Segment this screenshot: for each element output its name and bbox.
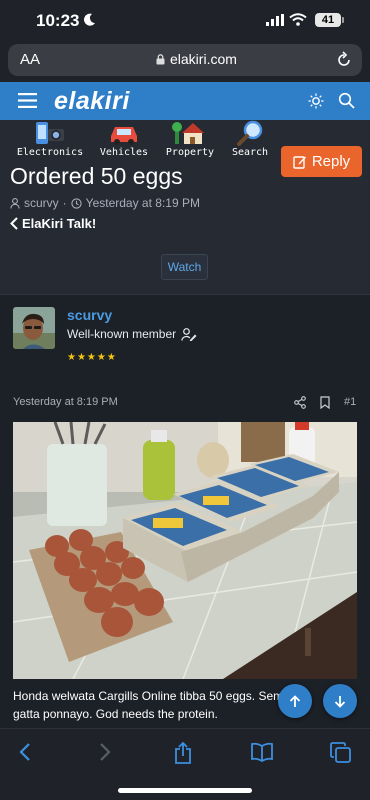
forward-icon[interactable] (98, 742, 112, 762)
home-indicator (118, 788, 252, 793)
user-title-text: Well-known member (67, 327, 177, 341)
status-time: 10:23 (36, 11, 80, 30)
menu-icon[interactable] (18, 93, 37, 108)
arrow-down-icon (334, 695, 346, 708)
avatar[interactable] (13, 307, 55, 349)
chevron-left-icon (10, 217, 18, 230)
arrow-up-icon (289, 694, 301, 707)
reply-label: Reply (311, 153, 351, 170)
share-sheet-icon[interactable] (174, 742, 192, 764)
category-property[interactable]: Property (162, 120, 218, 158)
category-label: Vehicles (99, 147, 149, 158)
site-header: elakiri (0, 82, 370, 120)
wifi-icon (289, 13, 307, 26)
thread-author[interactable]: scurvy (24, 196, 59, 210)
avatar-image (13, 307, 55, 349)
theme-toggle-icon[interactable] (308, 93, 324, 109)
search-icon[interactable] (338, 92, 355, 109)
category-label: Property (165, 147, 215, 158)
post-image[interactable] (13, 422, 357, 679)
watch-button[interactable]: Watch (161, 254, 208, 280)
post-number[interactable]: #1 (344, 396, 356, 408)
user-title: Well-known member (67, 327, 197, 341)
breadcrumb-label: ElaKiri Talk! (22, 216, 97, 231)
category-vehicles[interactable]: Vehicles (96, 120, 152, 158)
user-icon (10, 197, 20, 209)
category-label: Search (231, 147, 269, 158)
site-logo[interactable]: elakiri (54, 87, 130, 116)
text-size-button[interactable]: AA (20, 51, 40, 68)
clock-icon (71, 197, 82, 209)
category-electronics[interactable]: Electronics (14, 120, 86, 158)
battery-icon (342, 17, 344, 23)
back-icon[interactable] (18, 742, 32, 762)
tabs-icon[interactable] (330, 742, 351, 763)
category-search[interactable]: Search (228, 120, 272, 158)
browser-address-area: AA elakiri.com (0, 42, 370, 82)
thread-title: Ordered 50 eggs (10, 163, 183, 189)
bookmarks-icon[interactable] (251, 742, 273, 762)
status-bar: 10:23 41 (0, 0, 370, 42)
scroll-up-button[interactable] (278, 684, 312, 718)
post-card: scurvy Well-known member ★★★★★ Yesterday… (0, 294, 370, 800)
url-text[interactable]: elakiri.com (170, 51, 237, 67)
scroll-down-button[interactable] (323, 684, 357, 718)
user-edit-icon (181, 327, 197, 341)
category-label: Electronics (16, 147, 84, 158)
thread-meta: scurvy · Yesterday at 8:19 PM (10, 196, 200, 210)
moon-icon (84, 13, 95, 26)
house-icon (172, 122, 204, 144)
thread-date[interactable]: Yesterday at 8:19 PM (86, 196, 200, 210)
post-timestamp[interactable]: Yesterday at 8:19 PM (13, 396, 118, 408)
breadcrumb[interactable]: ElaKiri Talk! (10, 216, 96, 231)
magnifier-icon (237, 120, 263, 146)
reply-button[interactable]: Reply (281, 146, 362, 177)
post-username[interactable]: scurvy (67, 307, 112, 323)
cellular-signal-icon (266, 14, 284, 26)
meta-separator: · (62, 196, 67, 210)
battery-level: 41 (315, 13, 341, 27)
car-icon (111, 127, 137, 145)
share-icon[interactable] (294, 396, 306, 409)
address-bar[interactable]: AA elakiri.com (8, 44, 362, 76)
electronics-icon (36, 122, 64, 144)
pencil-square-icon (293, 155, 306, 169)
rating-stars: ★★★★★ (67, 352, 117, 363)
lock-icon (156, 54, 165, 65)
bookmark-icon[interactable] (320, 396, 330, 409)
reload-icon[interactable] (336, 51, 352, 68)
